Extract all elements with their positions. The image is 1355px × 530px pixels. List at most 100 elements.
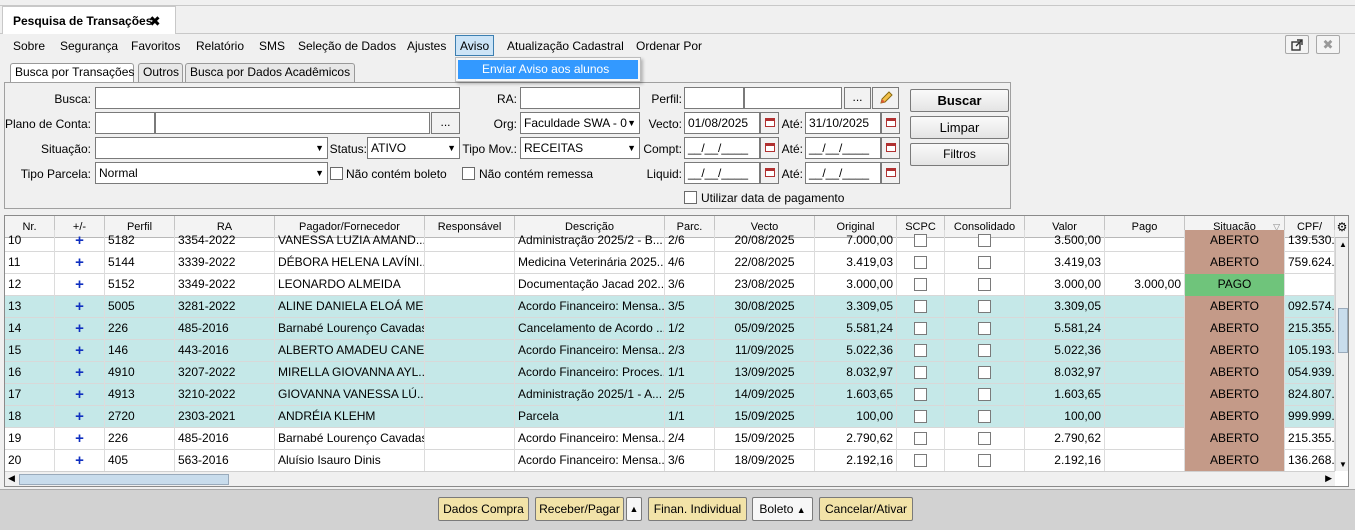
menu-sms[interactable]: SMS bbox=[259, 39, 285, 53]
consol-checkbox[interactable] bbox=[978, 234, 991, 247]
situacao-select[interactable]: ▼ bbox=[95, 137, 328, 159]
scroll-up-arrow-icon[interactable]: ▲ bbox=[1339, 240, 1347, 249]
receber-pagar-dropdown-icon[interactable]: ▲ bbox=[626, 497, 642, 521]
table-row[interactable]: 14 +226 485-2016 Barnabé Lourenço Cavadas Ca… bbox=[5, 318, 1335, 340]
vertical-scrollbar[interactable]: ▲ ▼ bbox=[1335, 238, 1348, 471]
liquid-to-input[interactable]: __/__/____ bbox=[805, 162, 881, 184]
table-row[interactable]: 18 +2720 2303-2021 ANDRÉIA KLEHM Parcela 1/1 1… bbox=[5, 406, 1335, 428]
table-row[interactable]: 11 +5144 3339-2022 DÉBORA HELENA LAVÍNI... M… bbox=[5, 252, 1335, 274]
scroll-left-arrow-icon[interactable]: ◀ bbox=[8, 473, 15, 484]
table-row[interactable]: 13 +5005 3281-2022 ALINE DANIELA ELOÁ ME...… bbox=[5, 296, 1335, 318]
plano-conta-name-input[interactable] bbox=[155, 112, 430, 134]
subtab-busca-transacoes[interactable]: Busca por Transações bbox=[10, 63, 134, 83]
calendar-icon[interactable] bbox=[760, 162, 779, 184]
scpc-checkbox[interactable] bbox=[914, 432, 927, 445]
expand-plus-icon[interactable]: + bbox=[55, 318, 105, 340]
scpc-checkbox[interactable] bbox=[914, 366, 927, 379]
compt-to-input[interactable]: __/__/____ bbox=[805, 137, 881, 159]
cancelar-ativar-button[interactable]: Cancelar/Ativar bbox=[819, 497, 913, 521]
expand-plus-icon[interactable]: + bbox=[55, 274, 105, 296]
scroll-down-arrow-icon[interactable]: ▼ bbox=[1339, 460, 1347, 469]
status-select[interactable]: ATIVO ▼ bbox=[367, 137, 460, 159]
table-row[interactable]: 16 +4910 3207-2022 MIRELLA GIOVANNA AYL... A… bbox=[5, 362, 1335, 384]
boleto-menu-button[interactable]: Boleto ▲ bbox=[752, 497, 813, 521]
consol-checkbox[interactable] bbox=[978, 344, 991, 357]
expand-plus-icon[interactable]: + bbox=[55, 428, 105, 450]
expand-plus-icon[interactable]: + bbox=[55, 384, 105, 406]
consol-checkbox[interactable] bbox=[978, 366, 991, 379]
table-row[interactable]: 17 +4913 3210-2022 GIOVANNA VANESSA LÚ... Ad… bbox=[5, 384, 1335, 406]
expand-plus-icon[interactable]: + bbox=[55, 450, 105, 472]
consol-checkbox[interactable] bbox=[978, 256, 991, 269]
finan-individual-button[interactable]: Finan. Individual bbox=[648, 497, 747, 521]
limpar-button[interactable]: Limpar bbox=[910, 116, 1009, 139]
menu-ordenar-por[interactable]: Ordenar Por bbox=[636, 39, 702, 53]
consol-checkbox[interactable] bbox=[978, 278, 991, 291]
scpc-checkbox[interactable] bbox=[914, 278, 927, 291]
menu-seguranca[interactable]: Segurança bbox=[60, 39, 118, 53]
menu-sobre[interactable]: Sobre bbox=[13, 39, 45, 53]
consol-checkbox[interactable] bbox=[978, 388, 991, 401]
scpc-checkbox[interactable] bbox=[914, 234, 927, 247]
nao-contem-remessa-checkbox[interactable] bbox=[462, 167, 475, 180]
calendar-icon[interactable] bbox=[760, 137, 779, 159]
table-row[interactable]: 20 +405 563-2016 Aluísio Isauro Dinis Acordo… bbox=[5, 450, 1335, 472]
scroll-right-arrow-icon[interactable]: ▶ bbox=[1325, 473, 1332, 484]
subtab-outros[interactable]: Outros bbox=[138, 63, 183, 82]
scroll-thumb[interactable] bbox=[1338, 308, 1348, 353]
vecto-to-input[interactable]: 31/10/2025 bbox=[805, 112, 881, 134]
menu-item-enviar-aviso[interactable]: Enviar Aviso aos alunos bbox=[458, 60, 638, 79]
consol-checkbox[interactable] bbox=[978, 300, 991, 313]
table-row[interactable]: 15 +146 443-2016 ALBERTO AMADEU CANE... Acor… bbox=[5, 340, 1335, 362]
horizontal-scrollbar[interactable]: ◀ ▶ bbox=[5, 471, 1335, 486]
consol-checkbox[interactable] bbox=[978, 410, 991, 423]
expand-plus-icon[interactable]: + bbox=[55, 406, 105, 428]
detach-window-icon[interactable] bbox=[1285, 35, 1309, 54]
consol-checkbox[interactable] bbox=[978, 454, 991, 467]
subtab-busca-dados-academicos[interactable]: Busca por Dados Acadêmicos bbox=[185, 63, 355, 82]
receber-pagar-button[interactable]: Receber/Pagar bbox=[535, 497, 624, 521]
perfil-name-input[interactable] bbox=[744, 87, 842, 109]
menu-aviso[interactable]: Aviso bbox=[455, 35, 495, 56]
perfil-lookup-button[interactable]: ... bbox=[844, 87, 871, 109]
tab-close-icon[interactable]: ✖ bbox=[149, 7, 161, 35]
scpc-checkbox[interactable] bbox=[914, 344, 927, 357]
table-row[interactable]: 10 +5182 3354-2022 VANESSA LUZIA AMAND... Ad… bbox=[5, 230, 1335, 252]
calendar-icon[interactable] bbox=[760, 112, 779, 134]
calendar-icon[interactable] bbox=[881, 112, 900, 134]
menu-selecao-dados[interactable]: Seleção de Dados bbox=[298, 39, 396, 53]
utilizar-data-pagamento-checkbox[interactable] bbox=[684, 191, 697, 204]
vecto-from-input[interactable]: 01/08/2025 bbox=[684, 112, 760, 134]
close-window-icon[interactable]: ✖ bbox=[1316, 35, 1340, 54]
busca-input[interactable] bbox=[95, 87, 460, 109]
table-row[interactable]: 19 +226 485-2016 Barnabé Lourenço Cavadas Ac… bbox=[5, 428, 1335, 450]
horizontal-scroll-thumb[interactable] bbox=[19, 474, 229, 485]
scpc-checkbox[interactable] bbox=[914, 410, 927, 423]
plano-conta-lookup-button[interactable]: ... bbox=[431, 112, 460, 134]
gear-icon[interactable]: ⚙ bbox=[1335, 216, 1348, 238]
org-select[interactable]: Faculdade SWA - 0 ▼ bbox=[520, 112, 640, 134]
expand-plus-icon[interactable]: + bbox=[55, 340, 105, 362]
buscar-button[interactable]: Buscar bbox=[910, 89, 1009, 112]
perfil-edit-icon[interactable] bbox=[872, 87, 899, 109]
expand-plus-icon[interactable]: + bbox=[55, 362, 105, 384]
scpc-checkbox[interactable] bbox=[914, 300, 927, 313]
menu-atualizacao-cadastral[interactable]: Atualização Cadastral bbox=[507, 39, 624, 53]
scpc-checkbox[interactable] bbox=[914, 256, 927, 269]
calendar-icon[interactable] bbox=[881, 162, 900, 184]
expand-plus-icon[interactable]: + bbox=[55, 230, 105, 252]
dados-compra-button[interactable]: Dados Compra bbox=[438, 497, 529, 521]
scpc-checkbox[interactable] bbox=[914, 322, 927, 335]
consol-checkbox[interactable] bbox=[978, 432, 991, 445]
scpc-checkbox[interactable] bbox=[914, 388, 927, 401]
filtros-button[interactable]: Filtros bbox=[910, 143, 1009, 166]
consol-checkbox[interactable] bbox=[978, 322, 991, 335]
table-row[interactable]: 12 +5152 3349-2022 LEONARDO ALMEIDA Document… bbox=[5, 274, 1335, 296]
expand-plus-icon[interactable]: + bbox=[55, 296, 105, 318]
perfil-code-input[interactable] bbox=[684, 87, 744, 109]
expand-plus-icon[interactable]: + bbox=[55, 252, 105, 274]
compt-from-input[interactable]: __/__/____ bbox=[684, 137, 760, 159]
tipo-mov-select[interactable]: RECEITAS ▼ bbox=[520, 137, 640, 159]
nao-contem-boleto-checkbox[interactable] bbox=[330, 167, 343, 180]
liquid-from-input[interactable]: __/__/____ bbox=[684, 162, 760, 184]
